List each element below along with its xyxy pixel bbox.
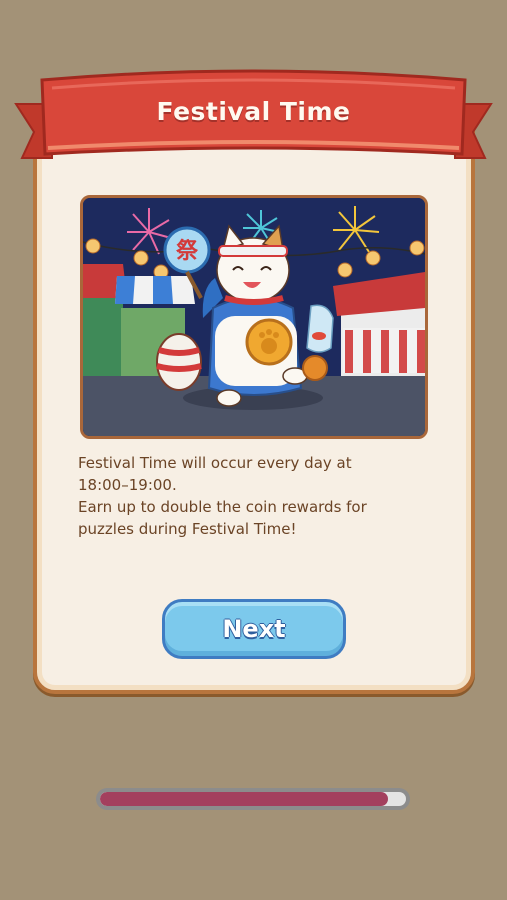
progress-fill	[100, 792, 388, 806]
festival-scene-art: 祭	[83, 198, 425, 436]
description-line: Earn up to double the coin rewards for	[78, 498, 367, 516]
fan-sign-text: 祭	[175, 238, 199, 264]
progress-track-inner	[100, 792, 406, 806]
description-line: 18:00–19:00.	[78, 476, 177, 494]
description-line: puzzles during Festival Time!	[78, 520, 297, 538]
festival-description: Festival Time will occur every day at 18…	[78, 452, 438, 540]
dialog-title: Festival Time	[156, 97, 351, 126]
next-button[interactable]: Next	[162, 599, 346, 659]
market-stall-right	[333, 272, 425, 378]
paper-lantern-icon	[156, 333, 202, 391]
loading-progress-bar	[96, 788, 410, 810]
description-line: Festival Time will occur every day at	[78, 454, 352, 472]
festival-illustration: 祭	[80, 195, 428, 439]
